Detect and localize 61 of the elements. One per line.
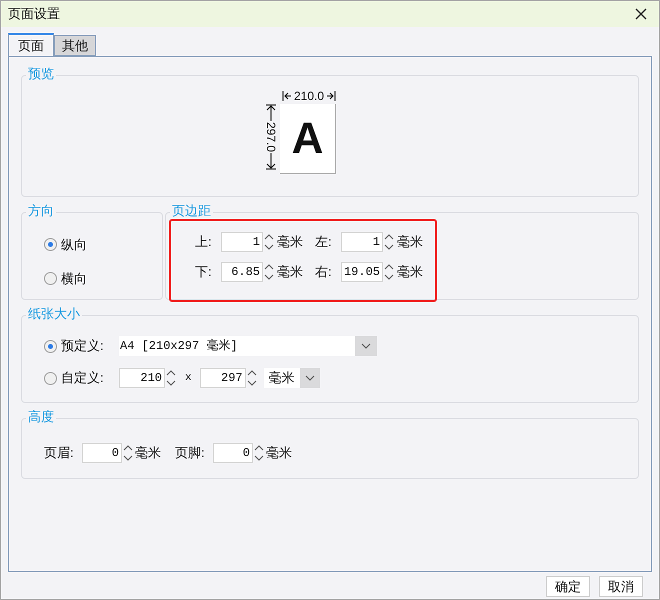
dropdown-value: A4 [210x297 毫米] xyxy=(119,338,239,355)
margin-label: 上: xyxy=(195,233,213,252)
tab[interactable]: 页面 xyxy=(8,33,54,56)
times-label: x xyxy=(185,370,192,386)
group-legend: 纸张大小 xyxy=(26,305,82,323)
spinner-control[interactable] xyxy=(165,368,177,388)
spinner-control[interactable] xyxy=(253,442,265,462)
spinner-control[interactable] xyxy=(122,442,134,462)
tab[interactable]: 其他 xyxy=(54,35,96,56)
spinner-control[interactable] xyxy=(383,262,395,282)
radio-button[interactable] xyxy=(44,272,57,285)
spinner-control[interactable] xyxy=(263,262,275,282)
unit-label: 毫米 xyxy=(277,233,303,252)
unit-label: 毫米 xyxy=(277,263,303,282)
radio-button[interactable] xyxy=(44,372,57,384)
spinner-control[interactable] xyxy=(246,368,258,388)
margin-label: 右: xyxy=(315,263,333,282)
field-label: 页眉: xyxy=(44,444,75,462)
radio-label: 纵向 xyxy=(61,236,87,254)
arrow-down-icon xyxy=(265,152,277,170)
arrow-left-icon xyxy=(282,90,292,102)
number-field[interactable]: 19.05 xyxy=(341,262,383,282)
group-legend: 方向 xyxy=(26,202,56,220)
number-field[interactable]: 297 xyxy=(200,368,246,388)
radio-label: 自定义: xyxy=(61,369,105,388)
number-field[interactable]: 1 xyxy=(341,232,383,252)
unit-label: 毫米 xyxy=(266,444,292,462)
radio-button[interactable] xyxy=(44,340,57,352)
number-field[interactable]: 0 xyxy=(213,442,253,462)
unit-label: 毫米 xyxy=(135,444,161,462)
width-label: 210.0 xyxy=(294,88,324,105)
window-title: 页面设置 xyxy=(8,5,60,24)
spinner-control[interactable] xyxy=(263,232,275,252)
number-field[interactable]: 6.85 xyxy=(221,262,263,282)
paper-size-dropdown[interactable]: A4 [210x297 毫米] xyxy=(119,336,377,356)
spinner-control[interactable] xyxy=(383,232,395,252)
dialog-button[interactable]: 取消 xyxy=(599,576,643,597)
dropdown-value: 毫米 xyxy=(268,369,296,388)
group-legend: 页边距 xyxy=(170,202,213,220)
height-label: 297.0 xyxy=(265,122,277,152)
preview-letter: A xyxy=(292,116,324,160)
arrow-up-icon xyxy=(265,104,277,122)
group-legend: 高度 xyxy=(26,408,56,426)
number-field[interactable]: 1 xyxy=(221,232,263,252)
unit-dropdown[interactable]: 毫米 xyxy=(264,368,320,388)
unit-label: 毫米 xyxy=(397,263,423,282)
arrow-right-icon xyxy=(326,90,336,102)
caret-icon xyxy=(304,375,315,381)
margin-label: 下: xyxy=(195,263,213,282)
radio-button[interactable] xyxy=(44,238,57,252)
margin-label: 左: xyxy=(315,233,333,252)
caret-icon xyxy=(361,343,371,349)
field-label: 页脚: xyxy=(175,444,206,462)
close-icon[interactable] xyxy=(635,8,647,20)
radio-label: 横向 xyxy=(61,270,87,288)
number-field[interactable]: 0 xyxy=(82,442,122,462)
radio-label: 预定义: xyxy=(61,337,105,356)
dialog-button[interactable]: 确定 xyxy=(546,576,590,597)
number-field[interactable]: 210 xyxy=(119,368,165,388)
unit-label: 毫米 xyxy=(397,233,423,252)
group-legend: 预览 xyxy=(26,65,56,83)
